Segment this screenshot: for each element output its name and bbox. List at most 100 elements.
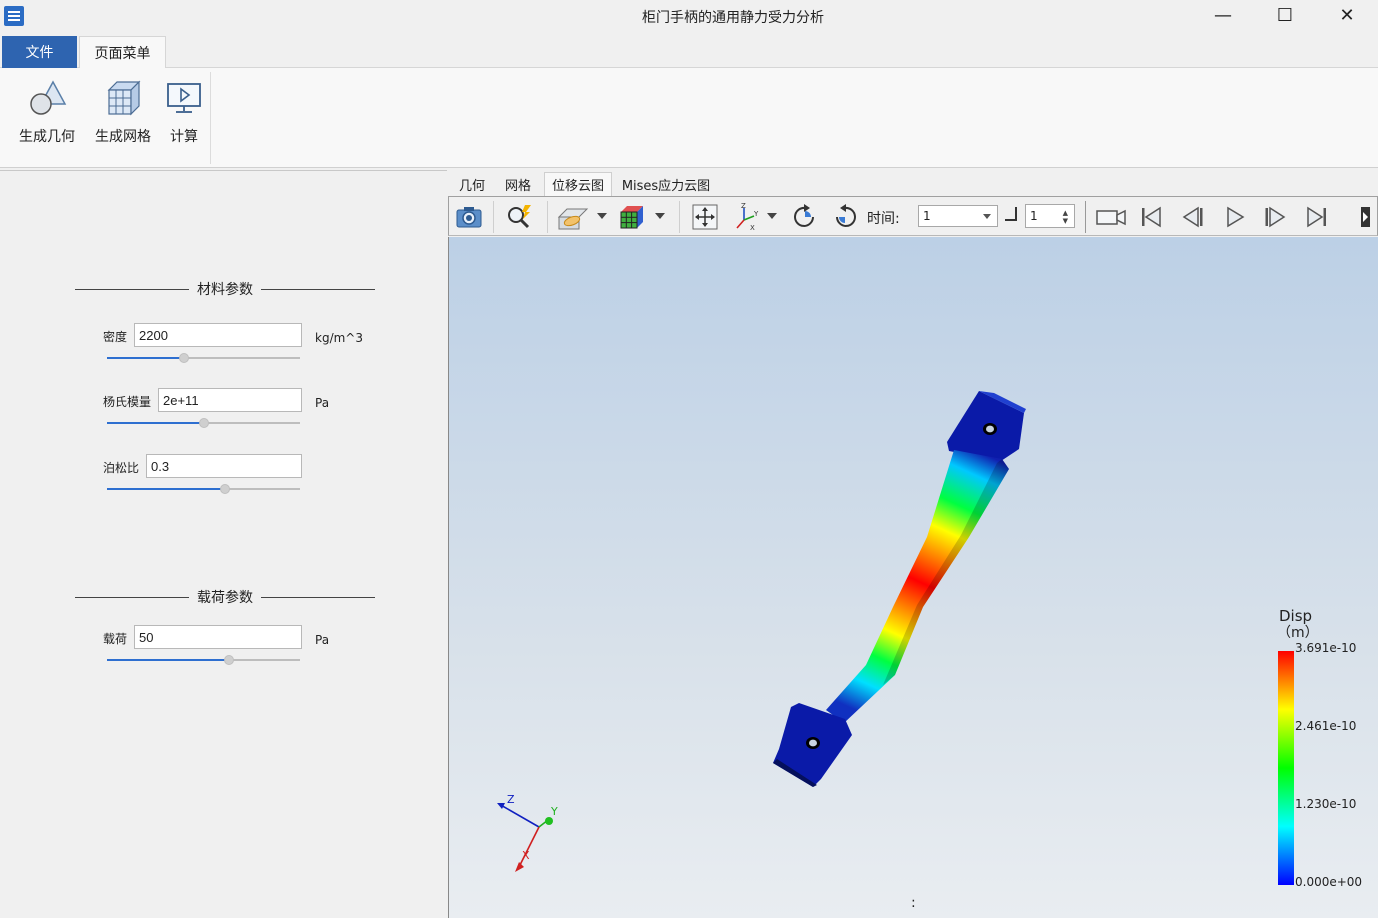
maximize-button[interactable]: ☐ xyxy=(1254,0,1316,30)
axes-icon: Z Y X xyxy=(736,202,759,232)
step-spinbox[interactable]: 1 ▲ ▼ xyxy=(1025,204,1075,228)
colorbar-unit: （m） xyxy=(1277,625,1319,641)
handle-model xyxy=(773,391,1026,787)
load-section-header: 载荷参数 xyxy=(75,587,375,607)
rotate-counterclockwise-icon xyxy=(836,204,856,227)
clip-plane-dropdown-icon[interactable] xyxy=(597,213,607,219)
tab-geometry[interactable]: 几何 xyxy=(450,172,494,196)
youngs-modulus-input[interactable] xyxy=(158,388,302,412)
orientation-axes: Z Y X xyxy=(497,793,558,872)
viewer-toolbar: Z Y X 时间: 1 1 ▲ ▼ xyxy=(448,196,1378,236)
pan-icon xyxy=(692,204,718,230)
rotate-clockwise-icon xyxy=(794,204,814,227)
previous-frame-button[interactable] xyxy=(1177,201,1209,233)
youngs-modulus-slider[interactable] xyxy=(107,417,300,429)
y-axis-label: Y xyxy=(550,805,558,818)
svg-text:X: X xyxy=(750,224,755,232)
first-frame-button[interactable] xyxy=(1135,201,1167,233)
clip-plane-button[interactable] xyxy=(557,201,589,233)
poisson-ratio-slider[interactable] xyxy=(107,483,300,495)
step-forward-icon xyxy=(1265,206,1286,228)
screenshot-button[interactable] xyxy=(453,201,485,233)
toolbar-overflow-button[interactable] xyxy=(1353,201,1375,233)
time-select-value: 1 xyxy=(923,209,931,223)
load-label: 载荷 xyxy=(103,632,128,646)
viewport-status-text: : xyxy=(911,895,916,911)
svg-text:Z: Z xyxy=(741,202,746,210)
model-canvas: Z Y X Disp （m） 3.691e-10 2.461e-10 1.230… xyxy=(497,391,1362,911)
video-camera-icon xyxy=(1096,209,1126,226)
clip-plane-icon xyxy=(557,208,589,230)
view-tab-bar: 几何 网格 位移云图 Mises应力云图 xyxy=(448,170,1378,196)
display-mode-dropdown-icon[interactable] xyxy=(655,213,665,219)
step-icon xyxy=(1005,207,1017,221)
rotate-cw-button[interactable] xyxy=(789,201,821,233)
colorbar-label-2: 2.461e-10 xyxy=(1295,719,1356,733)
last-frame-button[interactable] xyxy=(1301,201,1333,233)
time-select-chevron-icon xyxy=(983,214,991,219)
display-mode-button[interactable] xyxy=(615,201,647,233)
material-section-header: 材料参数 xyxy=(75,279,375,299)
tab-page-menu[interactable]: 页面菜单 xyxy=(79,36,166,69)
density-unit: kg/m^3 xyxy=(315,331,363,345)
time-label: 时间: xyxy=(867,211,900,227)
next-frame-button[interactable] xyxy=(1259,201,1291,233)
density-label: 密度 xyxy=(103,330,128,344)
time-select[interactable]: 1 xyxy=(918,205,998,227)
skip-first-icon xyxy=(1142,206,1161,228)
material-section-title: 材料参数 xyxy=(197,282,253,298)
compute-icon xyxy=(167,83,201,113)
close-button[interactable]: ✕ xyxy=(1316,0,1378,30)
compute-label: 计算 xyxy=(170,129,198,145)
play-icon xyxy=(1227,206,1245,228)
ribbon-panel: 生成几何 生成网格 计算 xyxy=(0,68,1378,168)
load-section-title: 载荷参数 xyxy=(197,590,253,606)
axes-view-dropdown-icon[interactable] xyxy=(767,213,777,219)
compute-button[interactable]: 计算 xyxy=(160,78,208,158)
generate-geometry-button[interactable]: 生成几何 xyxy=(14,78,80,158)
poisson-ratio-input[interactable] xyxy=(146,454,302,478)
colorbar-gradient xyxy=(1278,651,1294,885)
3d-viewport[interactable]: Z Y X Disp （m） 3.691e-10 2.461e-10 1.230… xyxy=(448,237,1378,918)
play-button[interactable] xyxy=(1219,201,1251,233)
skip-last-icon xyxy=(1307,206,1326,228)
ribbon-separator xyxy=(210,72,211,164)
z-axis-line xyxy=(498,803,540,828)
density-input[interactable] xyxy=(134,323,302,347)
camera-icon xyxy=(456,207,482,228)
title-bar: 柜门手柄的通用静力受力分析 — ☐ ✕ xyxy=(0,0,1378,34)
pan-button[interactable] xyxy=(689,201,721,233)
x-axis-label: X xyxy=(522,849,530,862)
density-slider[interactable] xyxy=(107,352,300,364)
axes-view-button[interactable]: Z Y X xyxy=(731,201,763,233)
spin-up-icon[interactable]: ▲ xyxy=(1063,209,1068,217)
window-title: 柜门手柄的通用静力受力分析 xyxy=(642,10,824,26)
color-legend: Disp （m） 3.691e-10 2.461e-10 1.230e-10 0… xyxy=(1277,607,1362,889)
load-slider[interactable] xyxy=(107,654,300,666)
load-input[interactable] xyxy=(134,625,302,649)
tab-mises-contour[interactable]: Mises应力云图 xyxy=(614,172,718,196)
record-video-button[interactable] xyxy=(1093,201,1129,233)
tab-file[interactable]: 文件 xyxy=(2,36,77,68)
minimize-button[interactable]: — xyxy=(1192,0,1254,30)
tab-displacement-contour[interactable]: 位移云图 xyxy=(544,172,612,196)
geometry-icon xyxy=(30,80,67,115)
ribbon-tab-bar: 文件 页面菜单 xyxy=(0,34,1378,69)
overflow-arrows-icon xyxy=(1361,207,1370,227)
generate-geometry-label: 生成几何 xyxy=(19,129,75,145)
svg-text:Y: Y xyxy=(753,210,759,218)
colorbar-label-min: 0.000e+00 xyxy=(1295,875,1362,889)
colorbar-label-3: 1.230e-10 xyxy=(1295,797,1356,811)
load-unit: Pa xyxy=(315,633,330,647)
rotate-ccw-button[interactable] xyxy=(829,201,861,233)
tab-mesh[interactable]: 网格 xyxy=(496,172,540,196)
generate-mesh-label: 生成网格 xyxy=(95,129,151,145)
colored-cube-icon xyxy=(620,206,643,229)
colorbar-title: Disp xyxy=(1279,607,1312,625)
spin-down-icon[interactable]: ▼ xyxy=(1063,217,1068,225)
step-spinbox-value: 1 xyxy=(1030,209,1038,223)
colorbar-label-max: 3.691e-10 xyxy=(1295,641,1356,655)
parameter-panel: 材料参数 密度 kg/m^3 杨氏模量 Pa 泊松比 载荷参数 载荷 Pa xyxy=(0,170,447,918)
zoom-fit-button[interactable] xyxy=(503,201,535,233)
generate-mesh-button[interactable]: 生成网格 xyxy=(90,78,156,158)
